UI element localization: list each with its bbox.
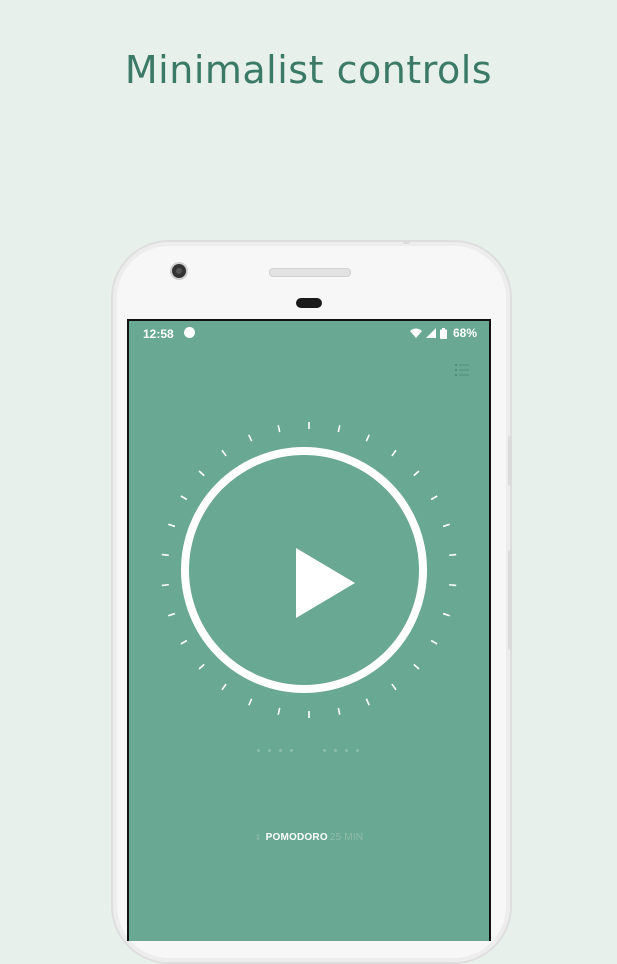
session-dot xyxy=(290,749,293,752)
play-icon xyxy=(296,548,355,618)
earpiece-speaker xyxy=(269,268,351,277)
session-dots-left xyxy=(257,749,293,752)
dial-tick xyxy=(413,470,420,477)
dial-tick xyxy=(391,449,397,457)
dial-tick xyxy=(161,553,169,557)
dial-tick xyxy=(391,683,397,691)
mode-duration: 25 MIN xyxy=(329,832,364,843)
mode-selector[interactable]: ⇕ POMODORO 25 MIN xyxy=(129,832,489,843)
switch-mode-icon[interactable]: ⇕ xyxy=(255,833,262,842)
notification-dot-icon xyxy=(184,327,195,338)
dial-tick xyxy=(198,663,205,670)
dial-tick xyxy=(248,434,253,442)
session-dot xyxy=(257,749,260,752)
dial-tick xyxy=(180,495,188,501)
headline: Minimalist controls xyxy=(124,48,493,92)
play-button[interactable] xyxy=(181,447,427,693)
dial-tick xyxy=(221,683,227,691)
session-dot xyxy=(268,749,271,752)
session-progress xyxy=(257,749,359,752)
dial-tick xyxy=(430,495,438,501)
status-bar: 12:58 68% xyxy=(129,321,489,345)
dial-tick xyxy=(442,523,451,528)
dial-tick xyxy=(365,698,370,706)
dial-tick xyxy=(248,698,253,706)
signal-icon xyxy=(425,328,436,338)
dial-tick xyxy=(449,553,457,557)
dial-tick xyxy=(221,449,227,457)
mode-label: POMODORO xyxy=(265,832,328,843)
wifi-icon xyxy=(409,328,422,338)
list-menu-icon[interactable] xyxy=(455,363,469,377)
dial-tick xyxy=(337,425,341,433)
volume-button xyxy=(508,436,512,486)
session-dot xyxy=(345,749,348,752)
session-dot xyxy=(334,749,337,752)
dial-tick xyxy=(430,639,438,645)
battery-level: 68% xyxy=(452,326,477,340)
session-dots-right xyxy=(323,749,359,752)
dial-tick xyxy=(198,470,205,477)
session-dot xyxy=(323,749,326,752)
dial-tick xyxy=(413,663,420,670)
dial-tick xyxy=(449,583,457,587)
side-button xyxy=(508,550,512,650)
session-dot xyxy=(356,749,359,752)
status-icons: 68% xyxy=(409,326,477,340)
battery-icon xyxy=(439,327,447,339)
dial-tick xyxy=(277,707,281,715)
proximity-sensor xyxy=(296,298,322,308)
power-button xyxy=(403,240,410,244)
dial-tick xyxy=(167,523,176,528)
dial-tick xyxy=(442,612,451,617)
dial-tick xyxy=(161,583,169,587)
dial-tick xyxy=(277,425,281,433)
front-camera xyxy=(172,264,186,278)
dial-tick xyxy=(167,612,176,617)
dial-tick xyxy=(180,639,188,645)
dial-tick xyxy=(337,707,341,715)
status-time: 12:58 xyxy=(143,327,174,341)
dial-tick xyxy=(365,434,370,442)
app-screen: 12:58 68% ⇕ POMODORO 25 MIN xyxy=(127,319,491,941)
session-dot xyxy=(279,749,282,752)
